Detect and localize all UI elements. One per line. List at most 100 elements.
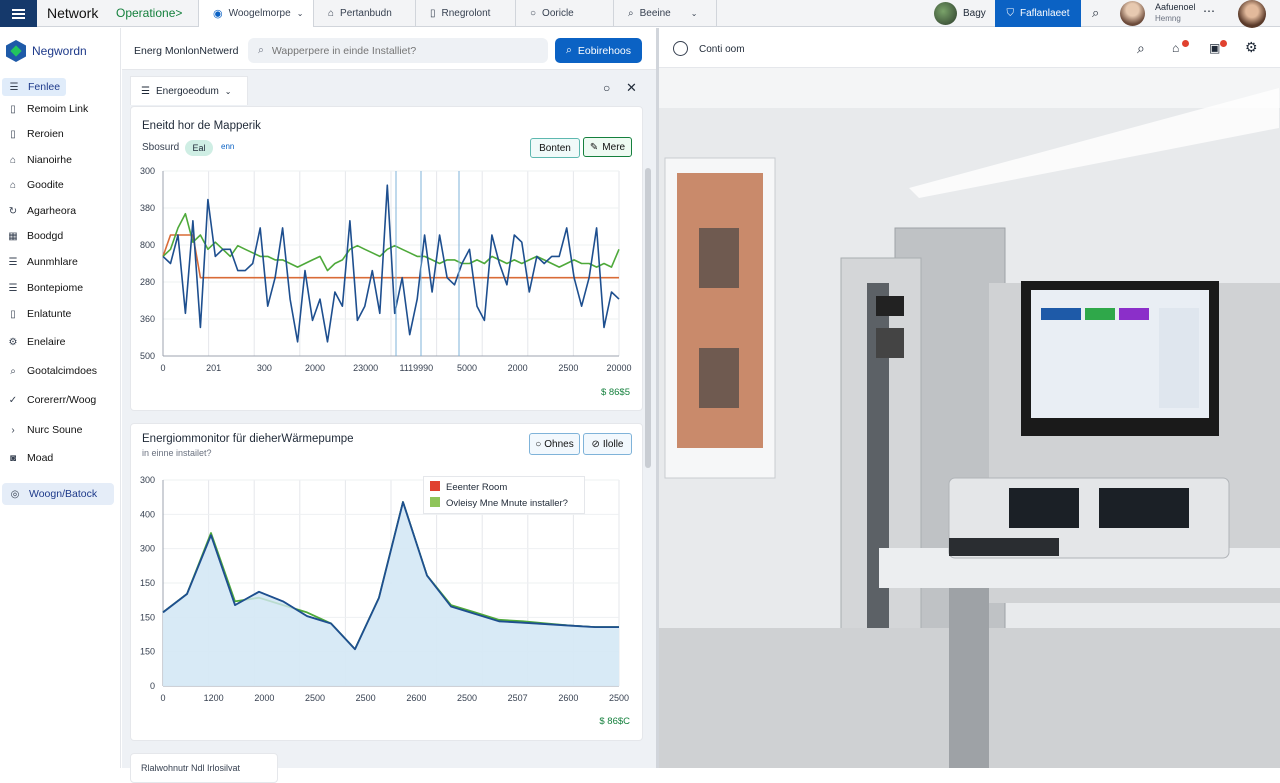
y-tick-label: 400 [140, 509, 155, 519]
sidebar-item-aunmhlare[interactable]: ☰ Aunmhlare [7, 256, 78, 268]
bell-icon[interactable]: ⌂ [1172, 41, 1179, 55]
document-icon: ▯ [10, 308, 16, 320]
notification-dot [1182, 40, 1189, 47]
sidebar-item-nurc-soune[interactable]: › Nurc Soune [7, 424, 82, 436]
y-tick-label: 300 [140, 166, 155, 176]
photo-header-label: Conti oom [699, 44, 745, 55]
sub-label: Sbosurd [142, 142, 180, 153]
camera-icon: ◙ [9, 452, 17, 464]
sidebar-item-corererr-woog[interactable]: ✓ Corererr/Woog [7, 394, 96, 406]
sidebar-item-label: Agarheora [27, 205, 77, 217]
list-icon: ☰ [8, 282, 18, 294]
search-icon[interactable]: ⌕ [1092, 5, 1099, 21]
chevron-down-icon: ⌄ [690, 9, 698, 18]
sidebar-item-remoim-link[interactable]: ▯ Remoim Link [7, 103, 88, 115]
sidebar-item-boodgd[interactable]: ▦ Boodgd [7, 230, 63, 242]
sidebar-item-reroien[interactable]: ▯ Reroien [7, 128, 64, 140]
main-panel: Energ MonlonNetwerd ⌕ ⌕ Eobirehoos ☰ Ene… [122, 28, 656, 783]
panel-header: Energ MonlonNetwerd ⌕ ⌕ Eobirehoos [122, 28, 656, 70]
panel-tab[interactable]: ☰ Energoeodum ⌄ [130, 76, 248, 105]
clock-icon [673, 41, 688, 56]
search-icon[interactable]: ⌕ [1137, 40, 1145, 57]
chevron-down-icon: ⌄ [224, 86, 232, 96]
list-icon: ☰ [8, 256, 18, 268]
x-tick-label: 5000 [457, 363, 477, 373]
sidebar-item-moad[interactable]: ◙ Moad [7, 452, 53, 464]
calendar-icon: ▦ [8, 230, 18, 242]
refresh-icon: ↻ [8, 205, 18, 217]
control-room-illustration [659, 68, 1280, 768]
room-photo-panel: Conti oom ⌕ ⌂ ▣ ⚙ [656, 28, 1280, 768]
gear-icon[interactable]: ⚙ [1245, 39, 1258, 56]
search-icon: ⌕ [628, 8, 634, 19]
tab-woogelmorpe[interactable]: ◉ Woogelmorpe ⌄ [198, 0, 313, 27]
tab-rnegrolont[interactable]: ▯ Rnegrolont [415, 0, 515, 27]
y-tick-label: 360 [140, 314, 155, 324]
more-icon[interactable]: ⋯ [1203, 4, 1215, 18]
search-icon: ⌕ [258, 44, 264, 56]
chart-card-2: Energiommonitor für dieherWärmepumpe in … [130, 423, 643, 741]
search-icon: ⌕ [565, 44, 572, 56]
x-tick-label: 2500 [457, 693, 477, 703]
search-button[interactable]: ⌕ Eobirehoos [555, 38, 642, 63]
sidebar-item-enelaire[interactable]: ⚙ Enelaire [7, 336, 66, 348]
x-tick-label: 2000 [508, 363, 528, 373]
chart-subtitle: in einne instailet? [142, 448, 212, 458]
radio-icon: ○ [530, 8, 537, 19]
legend-item: Ovleisy Mne Mnute installer? [430, 496, 578, 512]
close-icon[interactable]: ✕ [626, 80, 637, 96]
avatar[interactable] [1238, 0, 1266, 28]
hamburger-menu-button[interactable] [0, 0, 37, 27]
sidebar-item-nianoirhe[interactable]: ⌂ Nianoirhe [7, 154, 72, 166]
tab-ooricle[interactable]: ○ Ooricle [515, 0, 613, 27]
x-tick-label: 23000 [353, 363, 378, 373]
ohnes-button[interactable]: ○ Ohnes [529, 433, 580, 455]
sidebar-item-label: Bontepiome [27, 282, 84, 294]
sidebar-item-agarheora[interactable]: ↻ Agarheora [7, 205, 76, 217]
sidebar-item-label: Moad [27, 452, 54, 464]
avatar[interactable] [1120, 1, 1145, 26]
y-tick-label: 300 [140, 475, 155, 485]
y-tick-label: 0 [150, 681, 155, 691]
refresh-icon[interactable]: ○ [603, 81, 610, 95]
sidebar-item-enlatunte[interactable]: ▯ Enlatunte [7, 308, 71, 320]
gear-icon: ⚙ [8, 336, 18, 348]
edit-icon: ✎ [589, 141, 599, 153]
search-box[interactable]: ⌕ [248, 38, 548, 63]
profile-block[interactable]: Aafuenoel Hemng [1155, 2, 1196, 24]
y-tick-label: 380 [140, 203, 155, 213]
ilolle-button[interactable]: ⊘ Ilolle [583, 433, 632, 455]
sidebar-item-label: Enlatunte [27, 308, 72, 320]
sidebar-item-bontepiome[interactable]: ☰ Bontepiome [7, 282, 84, 294]
badge-extra: enn [221, 142, 235, 151]
x-tick-label: 2500 [356, 693, 376, 703]
sidebar-item-goodite[interactable]: ⌂ Goodite [7, 179, 64, 191]
y-tick-label: 500 [140, 351, 155, 361]
action-button[interactable]: ⛉ Faflanlaeet [995, 0, 1081, 27]
bonten-button[interactable]: Bonten [530, 138, 580, 158]
page-title: Energ MonlonNetwerd [134, 45, 239, 57]
home-icon: ⌂ [9, 154, 17, 166]
user-chip[interactable]: Bagy [934, 2, 986, 25]
calendar-icon[interactable]: ▣ [1209, 41, 1220, 55]
chart-title: Eneitd hor de Mapperik [142, 120, 261, 132]
mere-button[interactable]: ✎ Mere [583, 137, 632, 157]
search-input[interactable] [271, 44, 532, 57]
sidebar-item-label: Remoim Link [27, 103, 89, 115]
tab-beeine[interactable]: ⌕ Beeine ⌄ [613, 0, 717, 27]
operations-breadcrumb[interactable]: Operatione> [116, 6, 182, 20]
sidebar-item-label: Nurc Soune [27, 424, 83, 436]
sidebar-item-label: Nianoirhe [27, 154, 72, 166]
scrollbar[interactable] [645, 168, 651, 468]
top-bar: Network Operatione> ◉ Woogelmorpe ⌄ ⌂ Pe… [0, 0, 1280, 28]
sidebar-footer-item[interactable]: ◎ Woogn/Batock [2, 483, 114, 505]
x-tick-label: 2500 [305, 693, 325, 703]
brand-logo[interactable]: Negwordn [6, 40, 87, 62]
document-icon: ▯ [430, 8, 436, 19]
tab-pertanbudn[interactable]: ⌂ Pertanbudn [313, 0, 415, 27]
sidebar-item-fenlee[interactable]: ☰ Fenlee [2, 78, 67, 96]
x-tick-label: 0 [160, 363, 165, 373]
y-tick-label: 150 [140, 612, 155, 622]
sidebar-item-gootalcimdoes[interactable]: ⌕ Gootalcimdoes [7, 365, 97, 377]
link-icon: ⊘ [591, 438, 600, 450]
